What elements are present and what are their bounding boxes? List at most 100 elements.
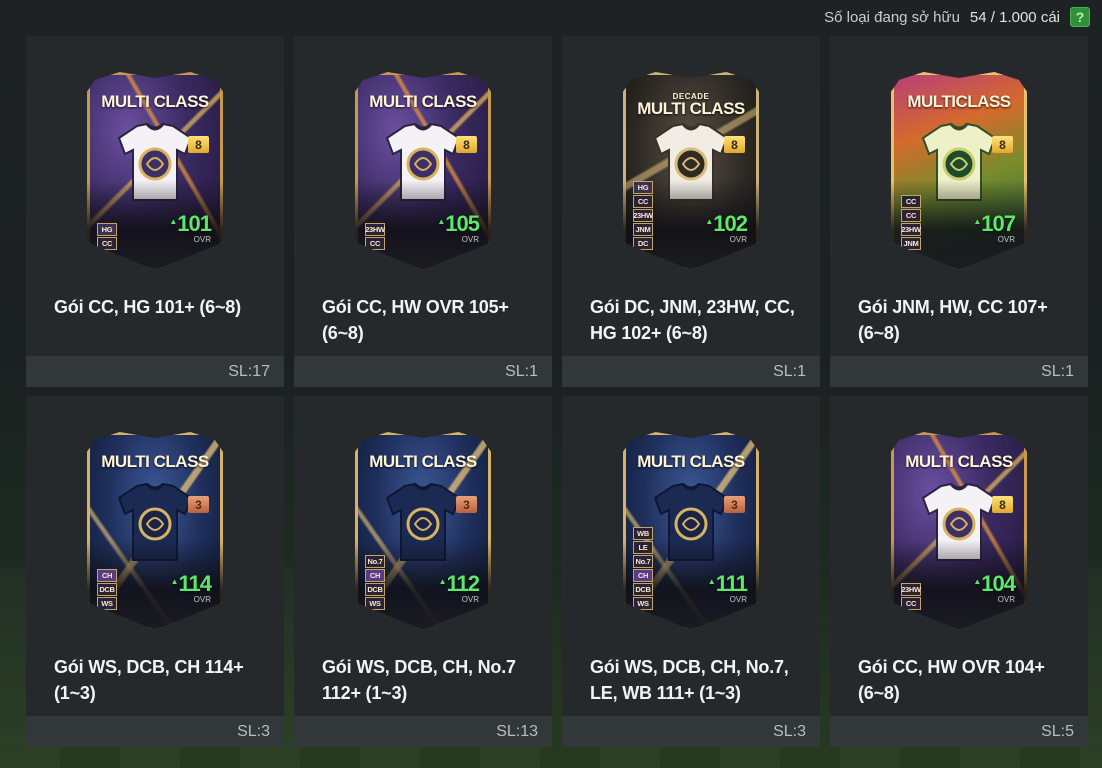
ovr-rating: 101 OVR — [169, 213, 212, 244]
season-badge: DC — [633, 237, 653, 250]
ovr-label: OVR — [461, 595, 479, 604]
pack-footer: SL:17 — [26, 356, 284, 387]
ovr-label: OVR — [997, 235, 1015, 244]
ovr-rating: 102 OVR — [705, 213, 748, 244]
season-badge: DCB — [633, 583, 653, 596]
card-banner-text: MULTI CLASS — [905, 452, 1013, 471]
ovr-label: OVR — [193, 235, 211, 244]
season-badge: No.7 — [633, 555, 653, 568]
season-badge: 23HW — [633, 209, 653, 222]
pack-quantity: SL:3 — [773, 722, 806, 740]
card-banner: MULTI CLASS — [891, 452, 1027, 472]
player-card-art: MULTI CLASS 8 23HWCC 104 OVR — [891, 432, 1027, 630]
ovr-rating: 105 OVR — [437, 213, 480, 244]
pack-footer: SL:1 — [830, 356, 1088, 387]
pack-quantity: SL:17 — [228, 362, 270, 380]
pack-card-6[interactable]: MULTI CLASS 3 No.7CHDCBWS 112 OVR Gói WS… — [294, 396, 552, 747]
player-card-art: MULTICLASS 8 CCCC23HWJNM 107 OVR — [891, 72, 1027, 270]
pack-name: Gói CC, HG 101+ (6~8) — [54, 297, 241, 317]
pack-name: Gói CC, HW OVR 104+ (6~8) — [858, 657, 1045, 703]
season-badge: LE — [633, 541, 653, 554]
ovr-rating: 107 OVR — [973, 213, 1016, 244]
player-card-art: MULTI CLASS 8 23HWCC 105 OVR — [355, 72, 491, 270]
season-badge: CH — [365, 569, 385, 582]
pack-name: Gói CC, HW OVR 105+ (6~8) — [322, 297, 509, 343]
player-card-art: MULTI CLASS 3 WBLENo.7CHDCBWS 111 OVR — [623, 432, 759, 630]
season-badge: CC — [365, 237, 385, 250]
ovr-value: 107 — [973, 213, 1016, 235]
pack-name: Gói WS, DCB, CH 114+ (1~3) — [54, 657, 244, 703]
help-icon[interactable]: ? — [1070, 7, 1090, 27]
upgrade-grade-badge: 8 — [992, 136, 1013, 153]
upgrade-grade-badge: 8 — [456, 136, 477, 153]
card-banner-text: MULTI CLASS — [637, 452, 745, 471]
card-banner-text: MULTICLASS — [907, 92, 1011, 111]
card-banner: MULTI CLASS — [355, 92, 491, 112]
ovr-label: OVR — [193, 595, 211, 604]
upgrade-grade-badge: 3 — [724, 496, 745, 513]
player-card-art: MULTI CLASS 3 No.7CHDCBWS 112 OVR — [355, 432, 491, 630]
season-badges: HG CC — [97, 223, 117, 250]
season-badge: JNM — [633, 223, 653, 236]
season-badges: CC CC 23HW JNM — [901, 195, 921, 250]
season-badges: 23HW CC — [365, 223, 385, 250]
season-badge: 23HW — [901, 223, 921, 236]
ownership-bar: Số loại đang sở hữu 54 / 1.000 cái ? — [824, 6, 1090, 28]
pack-card-1[interactable]: MULTI CLASS 8 HGCC 101 OVR Gói CC, HG 10… — [26, 36, 284, 387]
owned-count: 54 / 1.000 cái — [969, 8, 1060, 26]
card-banner: MULTI CLASS — [355, 452, 491, 472]
player-card-art: MULTI CLASS 8 HGCC 101 OVR — [87, 72, 223, 270]
season-badge: HG — [97, 223, 117, 236]
ovr-label: OVR — [729, 595, 747, 604]
season-badge: 23HW — [365, 223, 385, 236]
ovr-value: 104 — [973, 573, 1016, 595]
card-banner-text: MULTI CLASS — [369, 92, 477, 111]
season-badge: CC — [901, 597, 921, 610]
upgrade-grade-badge: 3 — [188, 496, 209, 513]
pack-footer: SL:3 — [562, 716, 820, 747]
upgrade-grade-badge: 8 — [188, 136, 209, 153]
pack-name: Gói JNM, HW, CC 107+ (6~8) — [858, 297, 1048, 343]
ovr-rating: 111 OVR — [708, 573, 748, 604]
season-badge: HG — [633, 181, 653, 194]
card-banner-text: MULTI CLASS — [101, 452, 209, 471]
pack-name: Gói DC, JNM, 23HW, CC, HG 102+ (6~8) — [590, 297, 795, 343]
ovr-rating: 104 OVR — [973, 573, 1016, 604]
pack-card-8[interactable]: MULTI CLASS 8 23HWCC 104 OVR Gói CC, HW … — [830, 396, 1088, 747]
upgrade-grade-badge: 3 — [456, 496, 477, 513]
card-banner: MULTI CLASS — [87, 452, 223, 472]
pack-card-2[interactable]: MULTI CLASS 8 23HWCC 105 OVR Gói CC, HW … — [294, 36, 552, 387]
pack-card-3[interactable]: DECADE MULTI CLASS 8 HGCC23HWJNMDC 102 O… — [562, 36, 820, 387]
ovr-value: 112 — [439, 573, 481, 595]
pack-quantity: SL:1 — [773, 362, 806, 380]
upgrade-grade-badge: 8 — [724, 136, 745, 153]
ovr-value: 111 — [708, 573, 748, 595]
season-badges: No.7 CH DCB WS — [365, 555, 385, 610]
season-badges: WB LE No.7 CH DCB WS — [633, 527, 653, 610]
season-badge: WS — [365, 597, 385, 610]
season-badges: HG CC 23HW JNM DC — [633, 181, 653, 250]
card-banner-text: MULTI CLASS — [101, 92, 209, 111]
pack-footer: SL:13 — [294, 716, 552, 747]
season-badge: JNM — [901, 237, 921, 250]
pack-card-5[interactable]: MULTI CLASS 3 CHDCBWS 114 OVR Gói WS, DC… — [26, 396, 284, 747]
season-badge: CC — [633, 195, 653, 208]
pack-footer: SL:1 — [562, 356, 820, 387]
pack-footer: SL:5 — [830, 716, 1088, 747]
player-card-art: MULTI CLASS 3 CHDCBWS 114 OVR — [87, 432, 223, 630]
season-badge: CC — [901, 195, 921, 208]
card-banner: DECADE MULTI CLASS — [623, 92, 759, 119]
pack-name: Gói WS, DCB, CH, No.7, LE, WB 111+ (1~3) — [590, 657, 789, 703]
pack-quantity: SL:5 — [1041, 722, 1074, 740]
season-badge: 23HW — [901, 583, 921, 596]
pack-card-7[interactable]: MULTI CLASS 3 WBLENo.7CHDCBWS 111 OVR Gó… — [562, 396, 820, 747]
ovr-value: 114 — [171, 573, 213, 595]
owned-label: Số loại đang sở hữu — [824, 8, 960, 26]
card-banner: MULTI CLASS — [87, 92, 223, 112]
pack-quantity: SL:1 — [1041, 362, 1074, 380]
season-badge: CH — [633, 569, 653, 582]
ovr-value: 105 — [437, 213, 480, 235]
season-badge: WB — [633, 527, 653, 540]
pack-quantity: SL:13 — [496, 722, 538, 740]
pack-card-4[interactable]: MULTICLASS 8 CCCC23HWJNM 107 OVR Gói JNM… — [830, 36, 1088, 387]
